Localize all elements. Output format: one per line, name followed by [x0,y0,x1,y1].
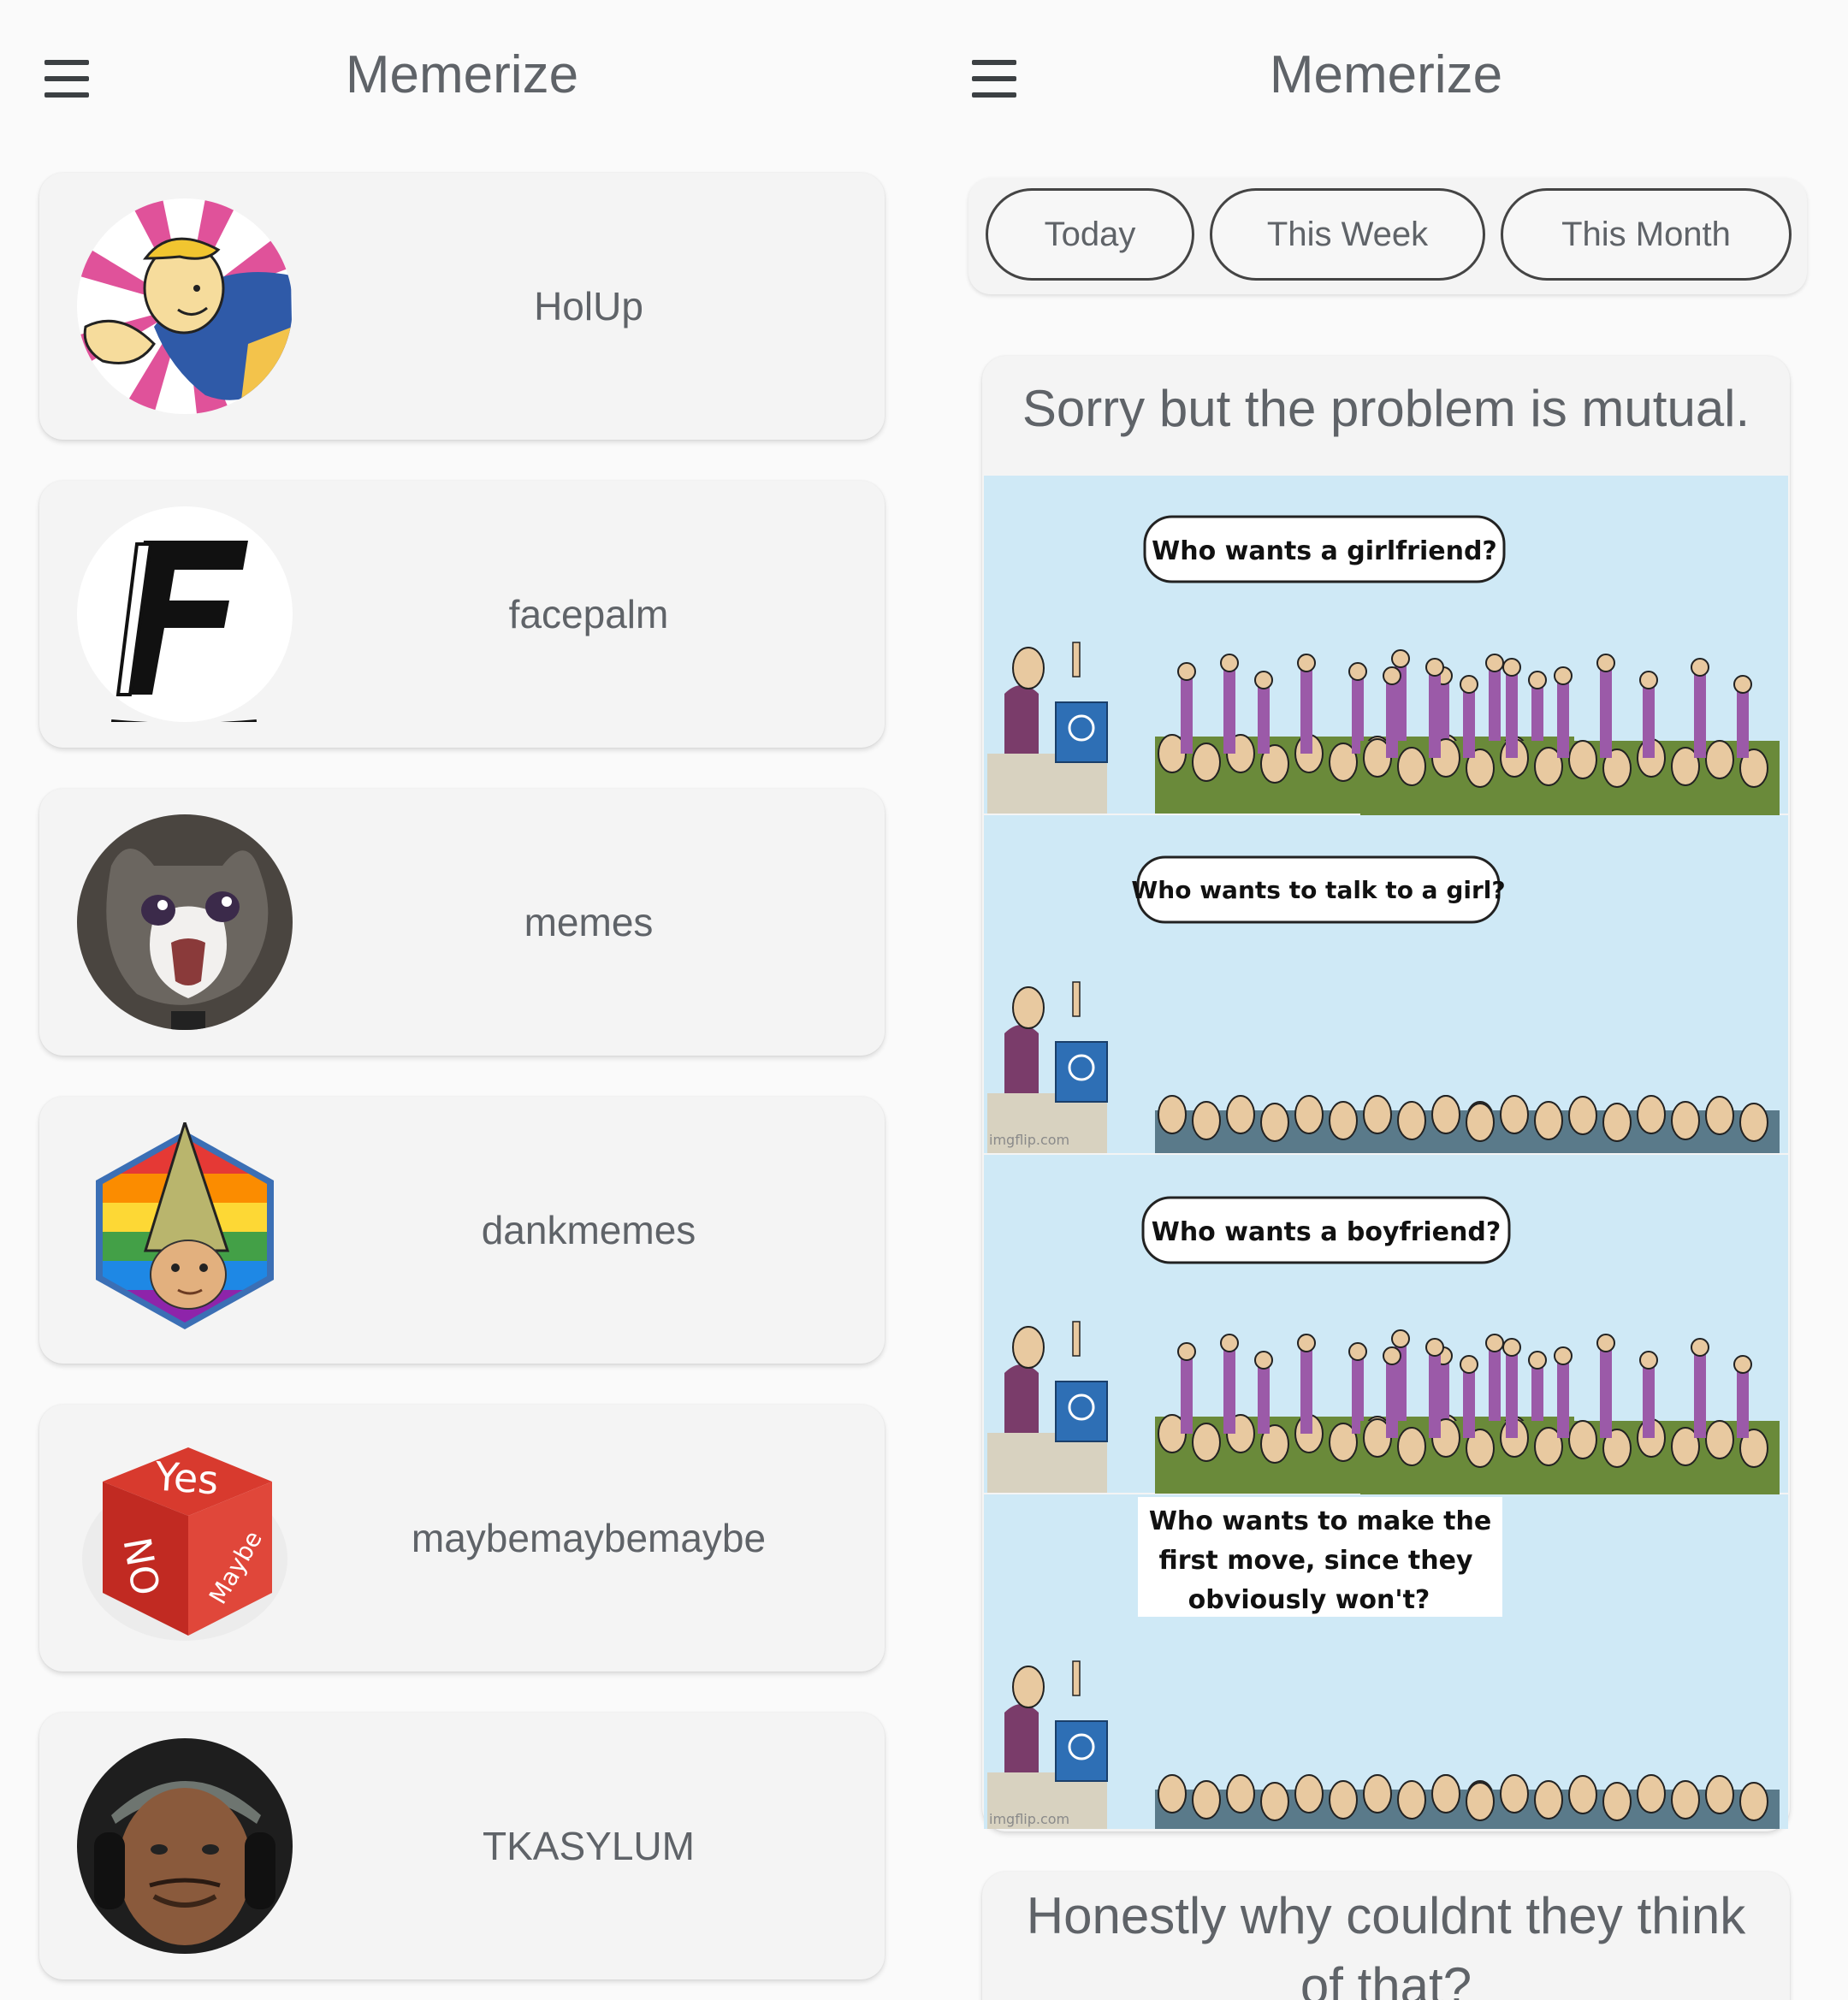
time-filter-bar: Today This Week This Month [968,178,1807,294]
subreddit-name: TKASYLUM [483,1824,695,1868]
subreddit-card-maybemaybemaybe[interactable]: Yes NO Maybe maybemaybemaybe [39,1405,885,1672]
crying-cat-avatar [77,814,293,1030]
panel-2-caption: Who wants to talk to a girl? [1131,876,1505,904]
subreddit-list-screen: Memerize HolUp facepalm memes dankmemes … [0,0,924,2000]
subreddit-name: dankmemes [481,1208,696,1252]
watermark: imgflip.com [989,1132,1069,1148]
post-title-line-2: of that? [1300,1957,1472,2000]
filter-today-button[interactable]: Today [986,188,1194,281]
subreddit-name: facepalm [508,592,669,636]
svg-text:Yes: Yes [152,1453,220,1503]
filter-this-week-button[interactable]: This Week [1210,188,1485,281]
app-title: Memerize [1269,45,1503,104]
yes-no-maybe-dice-avatar: Yes NO Maybe [77,1430,293,1646]
watermark: imgflip.com [989,1811,1069,1827]
post-image[interactable]: Who wants a girlfriend? Who wants to tal… [984,476,1788,1829]
subreddit-name: memes [524,900,654,944]
app-bar: Memerize [0,0,924,154]
panel-4-caption-line-3: obviously won't? [1188,1585,1430,1615]
person-headphones-avatar [77,1738,293,1954]
subreddit-card-holup[interactable]: HolUp [39,173,885,440]
app-title: Memerize [345,45,579,104]
subreddit-name: HolUp [534,284,643,328]
panel-1-caption: Who wants a girlfriend? [1152,536,1497,566]
subreddit-card-memes[interactable]: memes [39,789,885,1056]
post-title: Sorry but the problem is mutual. [1022,380,1750,437]
subreddit-card-dankmemes[interactable]: dankmemes [39,1097,885,1364]
vault-boy-avatar [77,198,293,414]
post-title-line-1: Honestly why couldnt they think [1026,1887,1746,1944]
panel-4-caption-line-1: Who wants to make the [1149,1506,1491,1536]
app-bar: Memerize [924,0,1848,154]
post-feed-screen: Memerize Today This Week This Month Sorr… [924,0,1848,2000]
subreddit-card-tkasylum[interactable]: TKASYLUM [39,1713,885,1979]
subreddit-card-facepalm[interactable]: facepalm [39,481,885,748]
panel-4-caption-line-2: first move, since they [1159,1546,1473,1576]
post-card[interactable]: Honestly why couldnt they think of that? [982,1872,1790,2000]
post-card[interactable]: Sorry but the problem is mutual. Who wan… [982,356,1790,1831]
subreddit-name: maybemaybemaybe [411,1516,767,1560]
filter-this-month-button[interactable]: This Month [1501,188,1792,281]
panel-3-caption: Who wants a boyfriend? [1152,1217,1502,1247]
letter-f-avatar [77,506,293,722]
gnome-rainbow-avatar [77,1122,293,1338]
